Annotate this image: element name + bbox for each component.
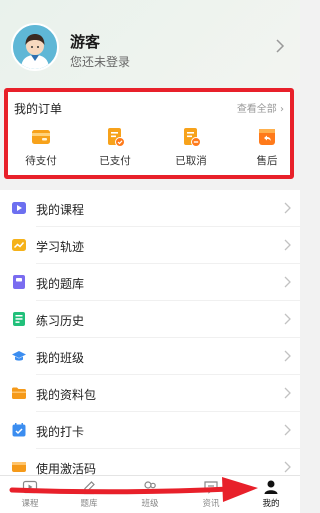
tab-label: 题库 <box>80 499 98 509</box>
menu-item-my-class[interactable]: 我的班级 <box>0 338 300 375</box>
orders-card: 我的订单 查看全部 › 待支付 已支付 已取消 售后 <box>4 88 294 179</box>
user-icon <box>264 480 278 494</box>
menu-item-practice-history[interactable]: 练习历史 <box>0 301 300 338</box>
order-cancelled[interactable]: 已取消 <box>166 126 216 172</box>
tab-courses[interactable]: 课程 <box>5 479 55 513</box>
order-item-label: 已支付 <box>99 155 131 167</box>
chevron-right-icon <box>284 461 291 473</box>
play-icon <box>22 480 38 494</box>
menu-item-my-courses[interactable]: 我的课程 <box>0 190 300 227</box>
chart-icon <box>12 239 26 251</box>
pen-icon <box>83 481 95 495</box>
chevron-right-icon <box>284 239 291 251</box>
cancelled-icon <box>184 128 201 147</box>
chevron-right-icon <box>284 276 291 288</box>
menu-item-label: 学习轨迹 <box>36 240 85 254</box>
order-paid[interactable]: 已支付 <box>90 126 140 172</box>
menu-item-label: 我的题库 <box>36 277 85 291</box>
graduation-cap-icon <box>12 351 26 361</box>
chevron-right-icon <box>284 202 291 214</box>
menu-item-label: 练习历史 <box>36 314 85 328</box>
menu-list: 我的课程 学习轨迹 我的题库 练习历史 我的班级 我的资料包 我的打卡 使用激活… <box>0 190 300 476</box>
order-item-label: 待支付 <box>25 155 57 167</box>
order-item-label: 售后 <box>256 155 278 167</box>
chevron-right-icon: › <box>280 104 284 115</box>
history-icon <box>13 312 25 326</box>
menu-item-materials[interactable]: 我的资料包 <box>0 375 300 412</box>
avatar[interactable] <box>11 23 59 71</box>
username: 游客 <box>70 33 101 51</box>
class-icon <box>142 481 156 494</box>
paid-icon <box>108 128 125 147</box>
wallet-icon <box>32 130 50 144</box>
view-all-label: 查看全部 <box>236 104 277 115</box>
menu-item-check-in[interactable]: 我的打卡 <box>0 412 300 449</box>
chevron-right-icon <box>284 313 291 325</box>
order-item-label: 已取消 <box>175 155 207 167</box>
menu-item-label: 我的课程 <box>36 203 85 217</box>
tab-class[interactable]: 班级 <box>125 479 175 513</box>
tab-label: 我的 <box>262 499 280 509</box>
orders-title: 我的订单 <box>14 102 63 116</box>
tab-label: 课程 <box>21 499 39 509</box>
bottom-tab-bar: 课程 题库 班级 资讯 我的 <box>0 475 300 513</box>
login-hint[interactable]: 您还未登录 <box>70 53 130 70</box>
folder-icon <box>12 387 26 399</box>
order-after-sales[interactable]: 售后 <box>242 126 292 172</box>
after-sales-icon <box>259 129 275 145</box>
chevron-right-icon <box>284 424 291 436</box>
tab-label: 班级 <box>141 499 159 509</box>
order-pending-payment[interactable]: 待支付 <box>16 126 66 172</box>
question-bank-icon <box>13 275 25 289</box>
menu-item-label: 我的班级 <box>36 351 85 365</box>
chevron-right-icon[interactable] <box>272 38 288 54</box>
chevron-right-icon <box>284 350 291 362</box>
tab-mine[interactable]: 我的 <box>246 479 296 513</box>
message-icon <box>204 481 218 494</box>
menu-item-question-bank[interactable]: 我的题库 <box>0 264 300 301</box>
profile-header[interactable]: 游客 您还未登录 <box>0 0 300 92</box>
menu-item-label: 我的资料包 <box>36 388 97 402</box>
tab-question-bank[interactable]: 题库 <box>64 479 114 513</box>
video-icon <box>12 202 26 214</box>
menu-item-label: 我的打卡 <box>36 425 85 439</box>
view-all-orders-link[interactable]: 查看全部 › <box>237 100 284 115</box>
chevron-right-icon <box>284 387 291 399</box>
ticket-icon <box>12 462 26 472</box>
tab-label: 资讯 <box>202 499 220 509</box>
tab-news[interactable]: 资讯 <box>186 479 236 513</box>
menu-item-learning-track[interactable]: 学习轨迹 <box>0 227 300 264</box>
calendar-check-icon <box>12 423 26 437</box>
